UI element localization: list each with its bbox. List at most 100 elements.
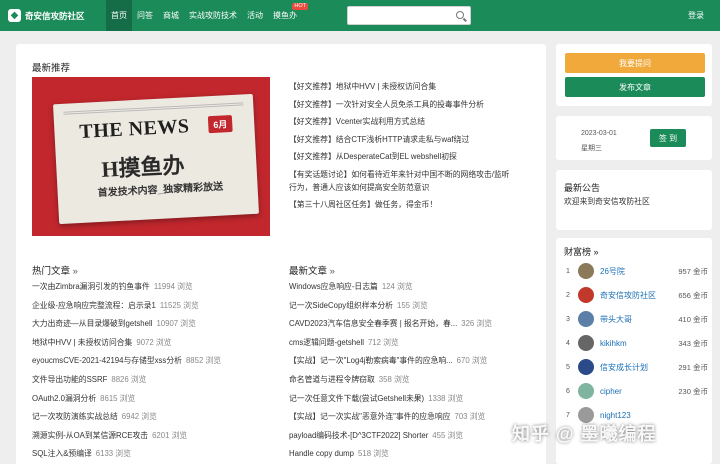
article-title[interactable]: cms逻辑问题-getshell: [289, 338, 364, 347]
article-title[interactable]: 【实战】记一次"Log4j勒索病毒"事件的应急响...: [289, 356, 453, 365]
list-item[interactable]: 一次由Zimbra漏洞引发的钓鱼事件 11994 浏览: [32, 278, 264, 297]
rank-username[interactable]: kikihkm: [600, 339, 678, 348]
banner-the-news: THE NEWS: [78, 115, 191, 143]
rank-username[interactable]: 信安成长计划: [600, 362, 678, 373]
view-count: 455 浏览: [432, 430, 464, 440]
recommend-item[interactable]: 【好文推荐】结合CTF浅析HTTP请求走私与waf绕过: [289, 131, 515, 149]
recommend-item[interactable]: 【好文推荐】一次针对安全人员免杀工具的投毒事件分析: [289, 96, 515, 114]
list-item[interactable]: 文件导出功能的SSRF 8826 浏览: [32, 371, 264, 390]
recommend-item[interactable]: 【第三十八周社区任务】做任务，得金币！: [289, 196, 515, 214]
nav-shop[interactable]: 商城: [158, 0, 184, 31]
list-item[interactable]: 命名管道与进程令牌窃取 358 浏览: [289, 371, 529, 390]
site-logo[interactable]: ◆ 奇安信攻防社区: [8, 9, 106, 22]
moyu-banner-image[interactable]: THE NEWS 6月 H摸鱼办 首发技术内容_独家精彩放送: [32, 77, 270, 236]
list-item[interactable]: payload编码技术-[D^3CTF2022] Shorter 455 浏览: [289, 427, 529, 446]
list-item[interactable]: 大力出奇迹—从目录爆破到getshell 10907 浏览: [32, 315, 264, 334]
article-title[interactable]: 记一次SideCopy组织样本分析: [289, 301, 393, 310]
article-title[interactable]: 企业级-应急响应完整流程：启示录1: [32, 301, 156, 310]
publish-article-button[interactable]: 发布文章: [565, 77, 705, 97]
view-count: 1338 浏览: [428, 393, 464, 403]
hot-articles-title[interactable]: 热门文章 »: [32, 263, 78, 277]
list-item[interactable]: 溯源实例-从OA到某信源RCE攻击 6201 浏览: [32, 427, 264, 446]
list-item[interactable]: 企业级-应急响应完整流程：启示录1 11525 浏览: [32, 297, 264, 316]
rank-row[interactable]: 1 26号院 957 金币: [566, 262, 708, 280]
hot-more-link[interactable]: »: [73, 266, 78, 277]
article-title[interactable]: 文件导出功能的SSRF: [32, 375, 107, 384]
avatar[interactable]: [578, 383, 594, 399]
notice-text[interactable]: 欢迎来到奇安信攻防社区: [564, 196, 650, 207]
rank-row[interactable]: 4 kikihkm 343 金币: [566, 334, 708, 352]
list-item[interactable]: OAuth2.0漏洞分析 8615 浏览: [32, 390, 264, 409]
nav-techniques[interactable]: 实战攻防技术: [184, 0, 242, 31]
wealth-rank-title[interactable]: 财富榜 »: [564, 245, 599, 258]
rank-username[interactable]: 26号院: [600, 266, 678, 277]
list-item[interactable]: 记一次SideCopy组织样本分析 155 浏览: [289, 297, 529, 316]
list-item[interactable]: CAVD2023汽车信息安全春季赛 | 报名开始，春... 326 浏览: [289, 315, 529, 334]
login-link[interactable]: 登录: [688, 10, 704, 21]
article-title[interactable]: Handle copy dump: [289, 449, 354, 458]
ask-question-button[interactable]: 我要提问: [565, 53, 705, 73]
view-count: 358 浏览: [378, 374, 410, 384]
latest-more-link[interactable]: »: [330, 266, 335, 277]
list-item[interactable]: 记一次任意文件下载(尝试Getshell未果) 1338 浏览: [289, 390, 529, 409]
article-title[interactable]: payload编码技术-[D^3CTF2022] Shorter: [289, 431, 428, 440]
search-icon[interactable]: [456, 11, 464, 19]
article-title[interactable]: 记一次任意文件下载(尝试Getshell未果): [289, 394, 424, 403]
recommend-item[interactable]: 【好文推荐】从DesperateCat到EL webshell初探: [289, 148, 515, 166]
nav-home[interactable]: 首页: [106, 0, 132, 31]
search-input[interactable]: [347, 6, 471, 25]
article-title[interactable]: 命名管道与进程令牌窃取: [289, 375, 375, 384]
recommend-item[interactable]: 【好文推荐】地狱中HVV | 未授权访问合集: [289, 78, 515, 96]
rank-row[interactable]: 2 奇安信攻防社区 656 金币: [566, 286, 708, 304]
rank-coins: 291 金币: [678, 362, 708, 372]
view-count: 8852 浏览: [185, 356, 222, 366]
signin-button[interactable]: 签 到: [650, 129, 686, 147]
latest-articles-label: 最新文章: [289, 266, 328, 277]
recommend-item[interactable]: 【有奖话题讨论】如何看待近年来针对中国不断的网络攻击/监听行为，普通人应该如何提…: [289, 166, 515, 196]
article-title[interactable]: SQL注入&预编译: [32, 449, 92, 458]
latest-articles-title[interactable]: 最新文章 »: [289, 263, 335, 277]
article-title[interactable]: OAuth2.0漏洞分析: [32, 394, 96, 403]
view-count: 9072 浏览: [136, 337, 172, 347]
list-item[interactable]: Handle copy dump 518 浏览: [289, 445, 529, 464]
rank-username[interactable]: night123: [600, 411, 708, 420]
rank-row[interactable]: 6 cipher 230 金币: [566, 382, 708, 400]
nav-qa[interactable]: 问答: [132, 0, 158, 31]
list-item[interactable]: SQL注入&预编译 6133 浏览: [32, 445, 264, 464]
article-title[interactable]: 【实战】记一次实战"恶意外连"事件的应急响应: [289, 412, 450, 421]
article-title[interactable]: Windows应急响应-日志篇: [289, 282, 378, 291]
article-title[interactable]: 大力出奇迹—从目录爆破到getshell: [32, 319, 152, 328]
list-item[interactable]: 【实战】记一次"Log4j勒索病毒"事件的应急响... 670 浏览: [289, 352, 529, 371]
notice-card: 最新公告 欢迎来到奇安信攻防社区: [556, 170, 712, 230]
nav-moyu[interactable]: 摸鱼办 HOT: [268, 0, 308, 31]
rank-username[interactable]: 奇安信攻防社区: [600, 290, 678, 301]
list-item[interactable]: Windows应急响应-日志篇 124 浏览: [289, 278, 529, 297]
list-item[interactable]: cms逻辑问题-getshell 712 浏览: [289, 334, 529, 353]
list-item[interactable]: eyoucmsCVE-2021-42194与存储型xss分析 8852 浏览: [32, 352, 264, 371]
rank-username[interactable]: cipher: [600, 387, 678, 396]
article-title[interactable]: 记一次攻防演练实战总结: [32, 412, 118, 421]
avatar[interactable]: [578, 311, 594, 327]
view-count: 703 浏览: [454, 412, 486, 422]
recommend-item[interactable]: 【好文推荐】Vcenter实战利用方式总结: [289, 113, 515, 131]
rank-username[interactable]: 带头大哥: [600, 314, 678, 325]
rank-number: 6: [566, 387, 570, 395]
avatar[interactable]: [578, 335, 594, 351]
list-item[interactable]: 【实战】记一次实战"恶意外连"事件的应急响应 703 浏览: [289, 408, 529, 427]
article-title[interactable]: 地狱中HVV | 未授权访问合集: [32, 338, 132, 347]
nav-events[interactable]: 活动: [242, 0, 268, 31]
avatar[interactable]: [578, 359, 594, 375]
rank-row[interactable]: 3 带头大哥 410 金币: [566, 310, 708, 328]
zhihu-watermark: 知乎 @ 墨曦编程: [512, 424, 657, 444]
rank-row[interactable]: 5 信安成长计划 291 金币: [566, 358, 708, 376]
list-item[interactable]: 地狱中HVV | 未授权访问合集 9072 浏览: [32, 334, 264, 353]
list-item[interactable]: 记一次攻防演练实战总结 6942 浏览: [32, 408, 264, 427]
banner-month-badge: 6月: [207, 114, 233, 134]
article-title[interactable]: CAVD2023汽车信息安全春季赛 | 报名开始，春...: [289, 319, 457, 328]
latest-articles-list: Windows应急响应-日志篇 124 浏览 记一次SideCopy组织样本分析 1…: [289, 278, 529, 464]
article-title[interactable]: eyoucmsCVE-2021-42194与存储型xss分析: [32, 356, 182, 365]
article-title[interactable]: 溯源实例-从OA到某信源RCE攻击: [32, 431, 148, 440]
avatar[interactable]: [578, 263, 594, 279]
avatar[interactable]: [578, 287, 594, 303]
article-title[interactable]: 一次由Zimbra漏洞引发的钓鱼事件: [32, 282, 150, 291]
